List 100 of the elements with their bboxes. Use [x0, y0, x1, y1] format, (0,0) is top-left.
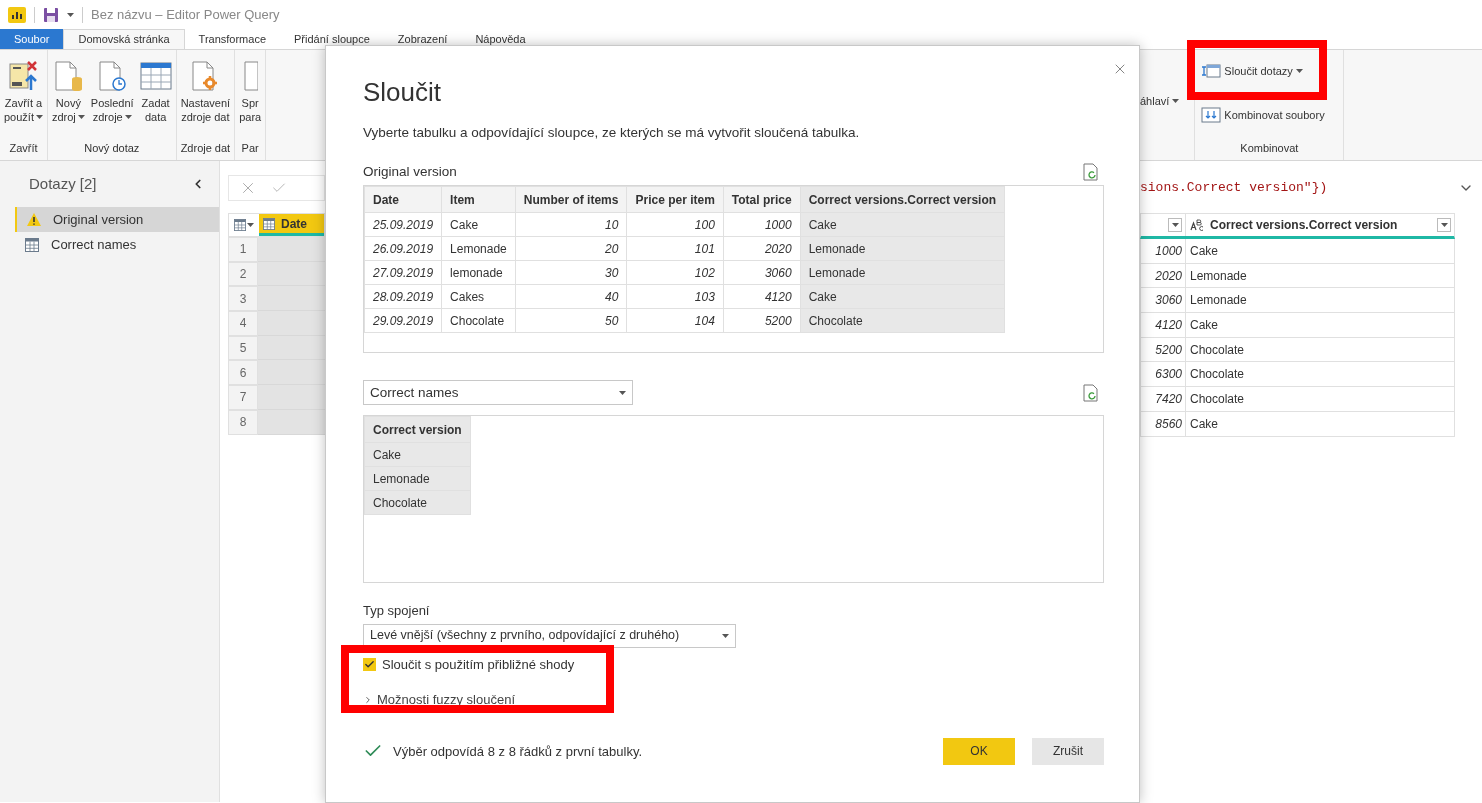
table-cell: lemonade: [441, 260, 516, 285]
query-item[interactable]: Original version: [15, 207, 219, 232]
table-cell: 2020: [1141, 263, 1186, 288]
column-header[interactable]: Item: [441, 186, 516, 213]
column-header[interactable]: Correct version: [364, 416, 471, 443]
window-title: Bez názvu – Editor Power Query: [91, 6, 280, 25]
table-cell: 5200: [723, 308, 801, 333]
table-cell: Cake: [800, 212, 1005, 237]
ribbon-button[interactable]: Kombinovat soubory: [1201, 104, 1338, 126]
column-header[interactable]: Correct versions.Correct version: [800, 186, 1005, 213]
queries-title: Dotazy [2]: [29, 173, 97, 194]
ribbon-button[interactable]: Sloučit dotazy: [1201, 60, 1338, 82]
caret-icon: [67, 13, 74, 17]
ribbon-tab[interactable]: Zobrazení: [383, 29, 462, 49]
text-type-icon: [1190, 219, 1204, 231]
caret-icon: [247, 223, 254, 227]
caret-icon: [124, 115, 132, 120]
ribbon-button[interactable]: Zadat data: [139, 56, 172, 140]
ribbon-button[interactable]: Nastavení zdroje dat: [180, 56, 231, 140]
caret-icon: [1295, 69, 1303, 73]
table-cell-text: Chocolate: [1189, 390, 1246, 408]
row-number: 5: [228, 335, 258, 361]
table-cell: 8560: [1141, 411, 1186, 436]
join-type-dropdown[interactable]: Levé vnější (všechny z prvního, odpovídající z druhého): [363, 623, 736, 648]
close-apply-icon: [8, 60, 39, 92]
table-dropdown[interactable]: Correct names: [363, 380, 633, 406]
checkbox[interactable]: [363, 658, 376, 672]
ribbon-button[interactable]: Zavřít a použít: [4, 56, 43, 140]
table-cell: Chocolate: [800, 308, 1005, 333]
table-icon: [25, 237, 39, 252]
table-cell: 10: [515, 212, 627, 237]
ribbon-button[interactable]: Nový zdroj: [51, 56, 85, 140]
ribbon-group-label: Zavřít: [8, 141, 39, 156]
caret-icon: [722, 633, 729, 638]
table-cell: 50: [515, 308, 627, 333]
ribbon-button[interactable]: Spr para: [239, 56, 262, 140]
ribbon-tab[interactable]: Soubor: [0, 29, 64, 49]
table-cell: Lemonade: [800, 236, 1005, 261]
table-cell: Lemonade: [800, 260, 1005, 285]
ribbon-tab[interactable]: Přidání sloupce: [280, 29, 384, 49]
table-cell: 28.09.2019: [364, 284, 442, 309]
table-cell: Chocolate: [364, 490, 471, 515]
table-cell: 5200: [1141, 337, 1186, 362]
table-cell: [258, 261, 325, 287]
table-cell: [258, 286, 325, 312]
table-cell: 1000: [723, 212, 801, 237]
fuzzy-options-toggle[interactable]: Možnosti fuzzy sloučení: [363, 689, 515, 710]
join-type-label: Typ spojení: [363, 602, 431, 621]
caret-icon: [1171, 223, 1179, 227]
chevron-right-icon: [363, 694, 373, 705]
merge-icon: [1201, 63, 1222, 79]
table-cell: 3060: [1141, 288, 1186, 313]
table-cell: 4120: [723, 284, 801, 309]
table-menu-icon: [234, 219, 246, 231]
caret-icon: [35, 115, 43, 120]
table-cell-text: Chocolate: [1189, 366, 1246, 384]
table-cell: 30: [515, 260, 627, 285]
refresh-icon[interactable]: [1083, 383, 1099, 402]
row-number: 4: [228, 311, 258, 336]
ribbon-group-label: Zdroje dat: [180, 141, 231, 156]
ribbon-button[interactable]: áhlaví: [1140, 93, 1180, 110]
table-cell-text: Lemonade: [1189, 292, 1248, 310]
caret-icon: [77, 115, 85, 120]
table-cell: Cake: [364, 442, 471, 467]
refresh-icon[interactable]: [1083, 163, 1099, 182]
table-cell: [258, 335, 325, 361]
table-cell: 2020: [723, 236, 801, 261]
filter-button[interactable]: [1168, 218, 1182, 232]
table-cell: [258, 385, 325, 410]
column-header[interactable]: Date: [259, 214, 324, 236]
table-cell: Chocolate: [441, 308, 516, 333]
table-cell: 40: [515, 284, 627, 309]
table-cell: 6300: [1141, 362, 1186, 387]
combine-files-icon: [1201, 107, 1222, 123]
table-cell: [258, 360, 325, 386]
caret-icon: [619, 390, 626, 395]
table-cell: 25.09.2019: [364, 212, 442, 237]
ribbon-button[interactable]: Poslední zdroje: [90, 56, 134, 140]
ribbon-tab[interactable]: Domovská stránka: [63, 29, 185, 49]
table-cell: Cake: [800, 284, 1005, 309]
save-icon[interactable]: [43, 7, 59, 23]
column-header[interactable]: Date: [364, 186, 442, 213]
table-cell: 104: [626, 308, 724, 333]
ribbon-tab[interactable]: Transformace: [184, 29, 281, 49]
ok-button[interactable]: OK: [943, 737, 1015, 765]
row-number: 3: [228, 286, 258, 312]
table-cell: 100: [626, 212, 724, 237]
column-header[interactable]: Total price: [723, 186, 801, 213]
cancel-button[interactable]: Zrušit: [1032, 737, 1104, 765]
app-logo: [8, 7, 26, 23]
table-cell: 103: [626, 284, 724, 309]
column-header[interactable]: Price per item: [626, 186, 724, 213]
filter-button[interactable]: [1437, 218, 1451, 232]
query-item[interactable]: Correct names: [15, 232, 219, 257]
row-number: 1: [228, 237, 258, 262]
warning-icon: [27, 213, 41, 226]
table-cell: Lemonade: [441, 236, 516, 261]
ribbon-tab[interactable]: Nápověda: [461, 29, 540, 49]
column-header[interactable]: Number of items: [515, 186, 627, 213]
table-cell: 1000: [1141, 239, 1186, 263]
